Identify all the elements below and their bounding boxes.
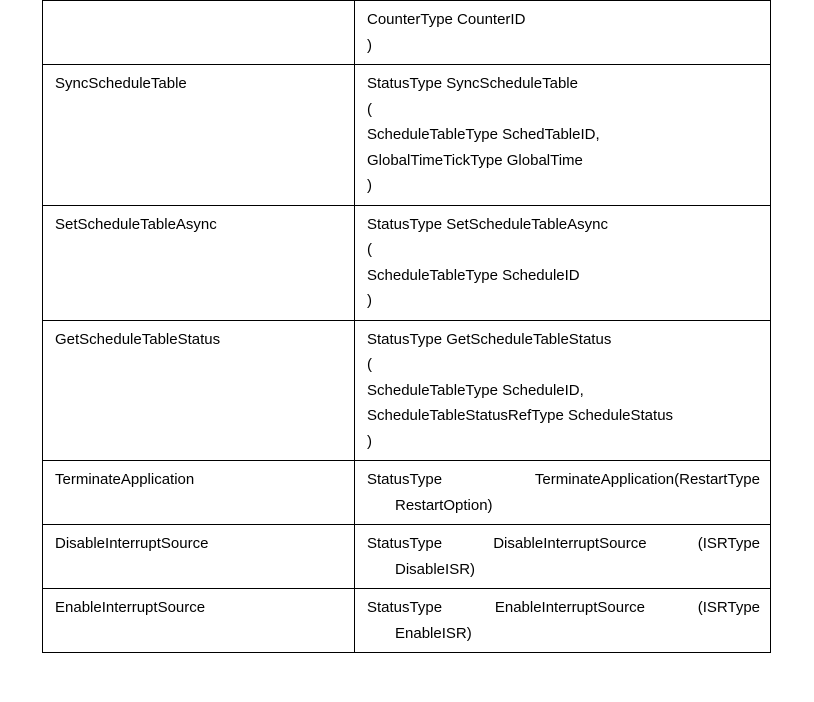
api-table-body: CounterType CounterID)SyncScheduleTableS… — [43, 1, 771, 653]
api-name-cell: TerminateApplication — [43, 461, 355, 525]
table-row: SyncScheduleTable StatusType SyncSchedule… — [43, 65, 771, 206]
signature-line: RestartOption) — [367, 493, 760, 519]
signature-token: (ISRType — [698, 531, 760, 557]
api-name-cell: SetScheduleTableAsync — [43, 205, 355, 320]
api-name: DisableInterruptSource — [55, 535, 208, 552]
table-row: SetScheduleTableAsync StatusType SetSched… — [43, 205, 771, 320]
table-row: GetScheduleTableStatus StatusType GetSche… — [43, 320, 771, 461]
signature-token: EnableInterruptSource — [495, 595, 645, 621]
signature-line: StatusType TerminateApplication(RestartTy… — [367, 467, 760, 493]
signature-line: ScheduleTableType SchedTableID, — [367, 122, 760, 148]
signature-token: (ISRType — [698, 595, 760, 621]
signature-token: TerminateApplication(RestartType — [535, 467, 760, 493]
table-row: EnableInterruptSource StatusType EnableInt… — [43, 589, 771, 653]
api-signature-cell: StatusType GetScheduleTableStatus(Schedu… — [355, 320, 771, 461]
table-row: DisableInterruptSourceStatusTypeDisableI… — [43, 525, 771, 589]
api-signature-cell: StatusType TerminateApplication(RestartTy… — [355, 461, 771, 525]
api-name: SyncScheduleTable — [55, 75, 187, 92]
signature-token: DisableInterruptSource — [493, 531, 646, 557]
signature-token: StatusType — [367, 595, 442, 621]
api-signature-cell: StatusType EnableInterruptSource (ISRTypeE… — [355, 589, 771, 653]
api-name-cell: DisableInterruptSource — [43, 525, 355, 589]
signature-line: GlobalTimeTickType GlobalTime — [367, 148, 760, 174]
api-name: SetScheduleTableAsync — [55, 216, 217, 233]
api-name-cell: GetScheduleTableStatus — [43, 320, 355, 461]
signature-line: ( — [367, 237, 760, 263]
signature-line: ScheduleTableType ScheduleID — [367, 263, 760, 289]
api-table: CounterType CounterID)SyncScheduleTableS… — [42, 0, 771, 653]
signature-line: ) — [367, 288, 760, 314]
signature-line: ScheduleTableStatusRefType ScheduleStatu… — [367, 403, 760, 429]
api-name-cell — [43, 1, 355, 65]
signature-line: ) — [367, 429, 760, 455]
signature-line: ( — [367, 352, 760, 378]
signature-line: DisableISR) — [367, 557, 760, 583]
table-row: TerminateApplication StatusType TerminateA… — [43, 461, 771, 525]
signature-line: ) — [367, 173, 760, 199]
api-signature-cell: StatusType DisableInterruptSource (ISRType… — [355, 525, 771, 589]
signature-line: StatusType DisableInterruptSource (ISRType — [367, 531, 760, 557]
signature-token: StatusType — [367, 467, 442, 493]
api-name: GetScheduleTableStatus — [55, 331, 220, 348]
table-row: CounterType CounterID) — [43, 1, 771, 65]
signature-line: EnableISR) — [367, 621, 760, 647]
api-name-cell: SyncScheduleTable — [43, 65, 355, 206]
signature-line: StatusType SyncScheduleTable — [367, 71, 760, 97]
signature-line: ScheduleTableType ScheduleID, — [367, 378, 760, 404]
api-signature-cell: StatusType SetScheduleTableAsync(Schedul… — [355, 205, 771, 320]
signature-line: ( — [367, 97, 760, 123]
api-name-cell: EnableInterruptSource — [43, 589, 355, 653]
signature-line: CounterType CounterID — [367, 7, 760, 33]
signature-line: ) — [367, 33, 760, 59]
page-root: CounterType CounterID)SyncScheduleTableS… — [0, 0, 814, 653]
signature-line: StatusType SetScheduleTableAsync — [367, 212, 760, 238]
api-signature-cell: StatusType SyncScheduleTable(ScheduleTab… — [355, 65, 771, 206]
signature-line: StatusType EnableInterruptSource (ISRType — [367, 595, 760, 621]
signature-line: StatusType GetScheduleTableStatus — [367, 327, 760, 353]
api-name: TerminateApplication — [55, 471, 194, 488]
api-signature-cell: CounterType CounterID) — [355, 1, 771, 65]
signature-token: StatusType — [367, 531, 442, 557]
api-name: EnableInterruptSource — [55, 599, 205, 616]
